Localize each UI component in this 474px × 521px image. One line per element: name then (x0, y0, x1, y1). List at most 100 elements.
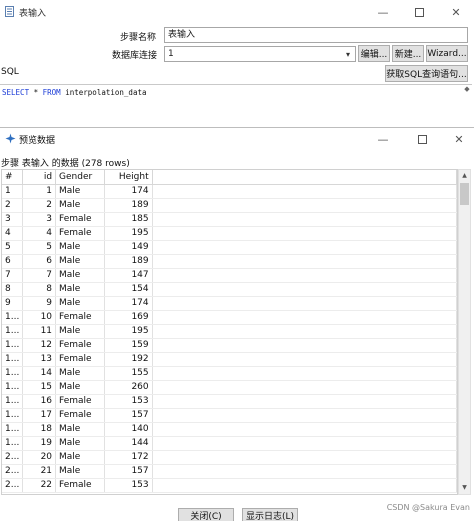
table-cell-filler (152, 296, 457, 311)
table-cell: Male (55, 324, 105, 339)
table-cell-filler (152, 436, 457, 451)
table-row[interactable]: 1... 10 Female 169 (2, 310, 457, 325)
table-cell: Male (55, 296, 105, 311)
chevron-down-icon: ▾ (345, 49, 350, 59)
table-row[interactable]: 2... 22 Female 153 (2, 478, 457, 493)
table-row[interactable]: 2... 20 Male 172 (2, 450, 457, 465)
table-input-dialog: 表输入 — ✕ 步骤名称 表输入 数据库连接 1 ▾ 编辑... 新建... W… (0, 0, 474, 130)
table-cell-filler (152, 380, 457, 395)
table-cell: 15 (22, 380, 57, 395)
get-sql-button[interactable]: 获取SQL查询语句... (385, 65, 468, 82)
column-header-filler (152, 170, 457, 185)
table-header-row: # id Gender Height (2, 170, 457, 185)
row-count-subtitle: 步骤 表输入 的数据 (278 rows) (1, 159, 130, 169)
table-cell: Female (55, 352, 105, 367)
table-cell-filler (152, 198, 457, 213)
preview-minimize-button[interactable]: — (375, 131, 391, 147)
column-header[interactable]: Height (104, 170, 153, 185)
table-cell-filler (152, 212, 457, 227)
table-cell: 159 (104, 338, 153, 353)
column-header[interactable]: id (22, 170, 57, 185)
table-cell: 10 (22, 310, 57, 325)
sql-scrollbar[interactable]: ◆ (462, 85, 472, 129)
table-cell: 2 (22, 198, 57, 213)
table-row[interactable]: 1... 16 Female 153 (2, 394, 457, 409)
table-cell: 172 (104, 450, 153, 465)
table-row[interactable]: 3 3 Female 185 (2, 212, 457, 227)
close-window-button[interactable]: ✕ (448, 4, 464, 20)
table-row[interactable]: 1... 19 Male 144 (2, 436, 457, 451)
table-cell: 189 (104, 254, 153, 269)
table-cell: Male (55, 366, 105, 381)
table-cell: 2... (2, 450, 24, 465)
sql-editor[interactable]: SELECT * FROM interpolation_data ◆ (0, 84, 472, 128)
preview-maximize-button[interactable] (414, 131, 430, 147)
table-cell: 153 (104, 478, 153, 493)
table-cell: 155 (104, 366, 153, 381)
table-row[interactable]: 1 1 Male 174 (2, 184, 457, 199)
table-row[interactable]: 8 8 Male 154 (2, 282, 457, 297)
table-cell: 17 (22, 408, 57, 423)
column-header[interactable]: Gender (55, 170, 105, 185)
minimize-button[interactable]: — (375, 4, 391, 20)
table-cell: Male (55, 184, 105, 199)
table-row[interactable]: 1... 12 Female 159 (2, 338, 457, 353)
column-header[interactable]: # (2, 170, 24, 185)
table-row[interactable]: 1... 17 Female 157 (2, 408, 457, 423)
table-row[interactable]: 4 4 Female 195 (2, 226, 457, 241)
show-log-button[interactable]: 显示日志(L) (242, 508, 298, 521)
connection-select[interactable]: 1 ▾ (164, 46, 356, 62)
table-row[interactable]: 1... 14 Male 155 (2, 366, 457, 381)
step-name-label: 步骤名称 (120, 33, 157, 43)
table-cell: 1... (2, 380, 24, 395)
table-row[interactable]: 9 9 Male 174 (2, 296, 457, 311)
table-cell-filler (152, 366, 457, 381)
table-cell: 1... (2, 352, 24, 367)
scroll-up-icon: ◆ (464, 85, 470, 93)
wizard-button[interactable]: Wizard... (426, 45, 468, 62)
maximize-icon (417, 134, 427, 144)
edit-button[interactable]: 编辑... (358, 45, 390, 62)
table-cell: 1... (2, 436, 24, 451)
scroll-up-icon[interactable]: ▲ (459, 170, 470, 182)
table-cell: 1... (2, 366, 24, 381)
table-cell: Male (55, 240, 105, 255)
table-row[interactable]: 1... 11 Male 195 (2, 324, 457, 339)
table-cell: 9 (22, 296, 57, 311)
table-cell: 2... (2, 464, 24, 479)
close-button[interactable]: 关闭(C) (178, 508, 234, 521)
table-cell: 153 (104, 394, 153, 409)
table-cell: Female (55, 212, 105, 227)
table-cell-filler (152, 408, 457, 423)
table-cell: 7 (22, 268, 57, 283)
scroll-down-icon[interactable]: ▼ (459, 482, 470, 494)
title-bar: 表输入 — ✕ (0, 0, 474, 24)
table-row[interactable]: 7 7 Male 147 (2, 268, 457, 283)
table-cell: 147 (104, 268, 153, 283)
table-row[interactable]: 2 2 Male 189 (2, 198, 457, 213)
preview-data-dialog: 预览数据 — ✕ 步骤 表输入 的数据 (278 rows) # id Gend… (0, 127, 474, 521)
preview-close-window-button[interactable]: ✕ (451, 131, 467, 147)
table-cell-filler (152, 422, 457, 437)
table-row[interactable]: 6 6 Male 189 (2, 254, 457, 269)
table-row[interactable]: 1... 13 Female 192 (2, 352, 457, 367)
table-row[interactable]: 1... 15 Male 260 (2, 380, 457, 395)
table-input-icon (5, 6, 14, 17)
table-cell: Female (55, 408, 105, 423)
table-cell: 16 (22, 394, 57, 409)
table-cell: 22 (22, 478, 57, 493)
close-icon: ✕ (451, 5, 461, 19)
preview-table[interactable]: # id Gender Height 1 1 Male 174 2 2 Male 189 3 3 F… (1, 169, 458, 495)
table-row[interactable]: 1... 18 Male 140 (2, 422, 457, 437)
table-cell: 185 (104, 212, 153, 227)
table-cell: Male (55, 436, 105, 451)
step-name-input[interactable]: 表输入 (164, 27, 468, 43)
table-row[interactable]: 5 5 Male 149 (2, 240, 457, 255)
new-button[interactable]: 新建... (392, 45, 424, 62)
table-row[interactable]: 2... 21 Male 157 (2, 464, 457, 479)
table-scrollbar[interactable]: ▲ ▼ (458, 169, 471, 495)
table-cell: Female (55, 338, 105, 353)
maximize-button[interactable] (411, 4, 427, 20)
scroll-thumb[interactable] (460, 183, 469, 205)
table-cell: Male (55, 198, 105, 213)
